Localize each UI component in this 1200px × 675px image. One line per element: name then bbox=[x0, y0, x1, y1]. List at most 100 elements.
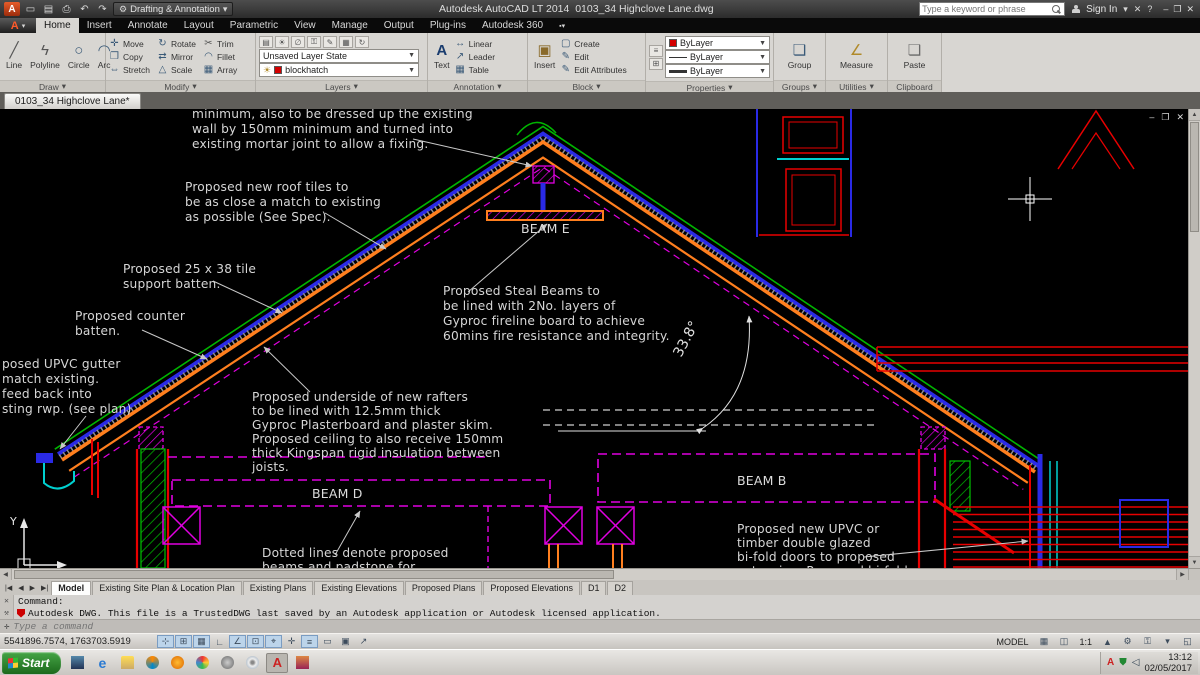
tab-layout[interactable]: Layout bbox=[176, 18, 222, 33]
tab-view[interactable]: View bbox=[286, 18, 324, 33]
tray-shield-icon[interactable]: ⛊ bbox=[1119, 657, 1127, 668]
mirror-tool[interactable]: ⇄Mirror bbox=[157, 50, 196, 63]
tab-plugins[interactable]: Plug-ins bbox=[422, 18, 474, 33]
tab-manage[interactable]: Manage bbox=[324, 18, 376, 33]
cleanscreen-icon[interactable]: ◱ bbox=[1179, 635, 1196, 648]
command-palette-close-icon[interactable]: ✕ bbox=[0, 595, 14, 607]
restore-icon[interactable]: ❐ bbox=[1173, 4, 1181, 15]
properties-list-icon[interactable]: ⊞ bbox=[649, 58, 663, 70]
doc-close-icon[interactable]: ✕ bbox=[1176, 112, 1184, 123]
qat-save-icon[interactable]: ▤ bbox=[41, 2, 56, 16]
infer-toggle[interactable]: ⊹ bbox=[157, 635, 174, 648]
tpy-toggle[interactable]: ▭ bbox=[319, 635, 336, 648]
insert-block-tool[interactable]: ▣ Insert bbox=[531, 35, 558, 78]
scroll-down-icon[interactable]: ▼ bbox=[1189, 556, 1200, 568]
coordinates-readout[interactable]: 5541896.7574, 1763703.5919 bbox=[4, 636, 156, 647]
layer-state-dropdown[interactable]: Unsaved Layer State ▼ bbox=[259, 49, 419, 63]
doc-minimize-icon[interactable]: – bbox=[1149, 112, 1154, 123]
annotation-scale-button[interactable]: 1:1 bbox=[1075, 637, 1096, 647]
show-desktop-icon[interactable] bbox=[66, 653, 88, 673]
layout-tab-existing-site-plan[interactable]: Existing Site Plan & Location Plan bbox=[92, 581, 242, 595]
toolbar-lock-icon[interactable]: ⚿ bbox=[1139, 635, 1156, 648]
move-tool[interactable]: ✛Move bbox=[109, 37, 150, 50]
folder-icon[interactable] bbox=[116, 653, 138, 673]
qat-undo-icon[interactable]: ↶ bbox=[77, 2, 92, 16]
vertical-scrollbar[interactable]: ▲ ▼ bbox=[1188, 109, 1200, 568]
drawing-area[interactable]: – ❐ ✕ bbox=[0, 109, 1200, 568]
model-space-button[interactable]: MODEL bbox=[992, 637, 1032, 647]
app-gray-icon[interactable] bbox=[216, 653, 238, 673]
layout-tab-proposed-plans[interactable]: Proposed Plans bbox=[405, 581, 483, 595]
groups-panel-label[interactable]: Groups▾ bbox=[774, 80, 825, 92]
utilities-panel-label[interactable]: Utilities▾ bbox=[826, 80, 887, 92]
layer-lock-icon[interactable]: ⚿ bbox=[307, 36, 321, 48]
layer-freeze-icon[interactable]: ∅ bbox=[291, 36, 305, 48]
application-menu-button[interactable]: A ▾ bbox=[0, 18, 36, 33]
snap-toggle[interactable]: ⊞ bbox=[175, 635, 192, 648]
minimize-icon[interactable]: – bbox=[1163, 4, 1168, 15]
linear-dim-tool[interactable]: ↔Linear bbox=[455, 37, 495, 50]
qat-open-icon[interactable]: ▭ bbox=[23, 2, 38, 16]
taskbar-clock[interactable]: 13:12 02/05/2017 bbox=[1144, 652, 1192, 674]
scroll-right-icon[interactable]: ▶ bbox=[1176, 569, 1188, 580]
scroll-left-icon[interactable]: ◀ bbox=[0, 569, 12, 580]
otrack-toggle[interactable]: ⌖ bbox=[265, 635, 282, 648]
layers-panel-label[interactable]: Layers▾ bbox=[256, 80, 427, 92]
trim-tool[interactable]: ✂Trim bbox=[203, 37, 237, 50]
exchange-apps-icon[interactable]: ✕ bbox=[1134, 4, 1142, 15]
layer-edit-icon[interactable]: ✎ bbox=[323, 36, 337, 48]
tab-insert[interactable]: Insert bbox=[79, 18, 120, 33]
text-tool[interactable]: A Text bbox=[431, 35, 453, 78]
group-tool[interactable]: ❏ Group bbox=[785, 35, 815, 78]
command-wrench-icon[interactable]: ⚒ bbox=[0, 607, 14, 619]
layer-match-icon[interactable]: ▦ bbox=[339, 36, 353, 48]
edit-attributes-tool[interactable]: ✎Edit Attributes bbox=[560, 63, 626, 76]
horizontal-scroll-thumb[interactable] bbox=[14, 570, 614, 579]
grid-toggle[interactable]: ▦ bbox=[193, 635, 210, 648]
measure-tool[interactable]: ∠ Measure bbox=[837, 35, 876, 78]
workspace-switcher[interactable]: ⚙ Drafting & Annotation ▾ bbox=[113, 2, 233, 16]
file-tab-highclove[interactable]: 0103_34 Highclove Lane* bbox=[4, 93, 141, 109]
search-icon[interactable] bbox=[1052, 5, 1060, 13]
layout-quickview-icon[interactable]: ▦ bbox=[1035, 635, 1052, 648]
first-layout-icon[interactable]: |◀ bbox=[2, 584, 15, 592]
ortho-toggle[interactable]: ∟ bbox=[211, 635, 228, 648]
tab-parametric[interactable]: Parametric bbox=[222, 18, 286, 33]
copy-tool[interactable]: ❐Copy bbox=[109, 50, 150, 63]
office-icon[interactable] bbox=[291, 653, 313, 673]
next-layout-icon[interactable]: ▶ bbox=[27, 584, 38, 592]
table-tool[interactable]: ▦Table bbox=[455, 63, 495, 76]
help-search[interactable] bbox=[919, 2, 1065, 16]
ie-icon[interactable]: e bbox=[91, 653, 113, 673]
ribbon-options-button[interactable]: ▪▾ bbox=[551, 18, 573, 33]
command-input[interactable] bbox=[13, 621, 413, 632]
rotate-tool[interactable]: ↻Rotate bbox=[157, 37, 196, 50]
layer-dropdown[interactable]: ☀ blockhatch ▼ bbox=[259, 63, 419, 77]
layer-properties-icon[interactable]: ▤ bbox=[259, 36, 273, 48]
tab-home[interactable]: Home bbox=[36, 18, 79, 33]
layout-tab-proposed-elevations[interactable]: Proposed Elevations bbox=[483, 581, 580, 595]
paste-tool[interactable]: ❏ Paste bbox=[901, 35, 929, 78]
scroll-up-icon[interactable]: ▲ bbox=[1189, 109, 1200, 121]
lineweight-dropdown[interactable]: ByLayer ▼ bbox=[665, 64, 770, 78]
start-button[interactable]: Start bbox=[2, 652, 61, 674]
close-icon[interactable]: ✕ bbox=[1186, 4, 1194, 15]
linetype-dropdown[interactable]: ByLayer ▼ bbox=[665, 50, 770, 64]
drawing-quickview-icon[interactable]: ◫ bbox=[1055, 635, 1072, 648]
create-block-tool[interactable]: ▢Create bbox=[560, 37, 626, 50]
block-panel-label[interactable]: Block▾ bbox=[528, 80, 645, 92]
modify-panel-label[interactable]: Modify▾ bbox=[106, 80, 255, 92]
tab-autodesk360[interactable]: Autodesk 360 bbox=[474, 18, 551, 33]
polyline-tool[interactable]: ϟ Polyline bbox=[27, 35, 63, 78]
workspace-switch-icon[interactable]: ⚙ bbox=[1119, 635, 1136, 648]
doc-restore-icon[interactable]: ❐ bbox=[1161, 112, 1169, 123]
line-tool[interactable]: ╱ Line bbox=[3, 35, 25, 78]
leader-tool[interactable]: ↗Leader bbox=[455, 50, 495, 63]
firefox-icon[interactable] bbox=[166, 653, 188, 673]
dyn-toggle[interactable]: ✛ bbox=[283, 635, 300, 648]
autocad-logo-icon[interactable]: A bbox=[4, 2, 20, 16]
layout-tab-d2[interactable]: D2 bbox=[607, 581, 633, 595]
autocad-taskbar-icon[interactable]: A bbox=[266, 653, 288, 673]
media-player-icon[interactable] bbox=[141, 653, 163, 673]
object-color-dropdown[interactable]: ByLayer ▼ bbox=[665, 36, 770, 50]
